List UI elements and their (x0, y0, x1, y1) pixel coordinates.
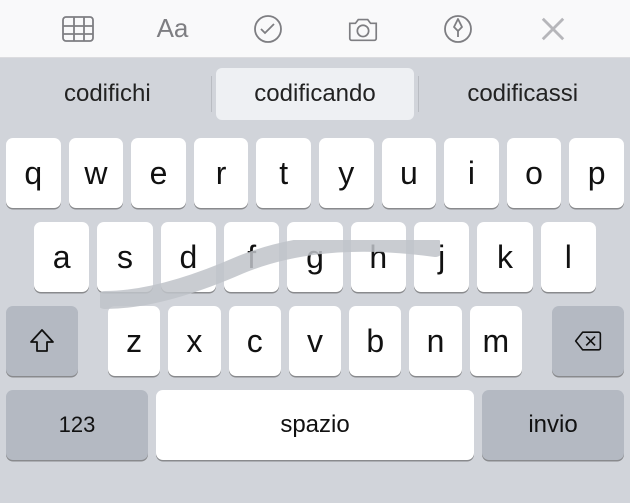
backspace-key[interactable] (552, 306, 624, 376)
key-r[interactable]: r (194, 138, 249, 208)
markup-pen-icon[interactable] (438, 12, 478, 46)
suggestion-divider (211, 76, 212, 112)
space-key[interactable]: spazio (156, 390, 474, 460)
font-aa-icon[interactable]: Aa (153, 13, 193, 44)
key-h[interactable]: h (351, 222, 406, 292)
key-f[interactable]: f (224, 222, 279, 292)
key-row-1: q w e r t y u i o p (6, 138, 624, 208)
key-v[interactable]: v (289, 306, 341, 376)
camera-icon[interactable] (343, 12, 383, 46)
table-icon[interactable] (58, 12, 98, 46)
symbols-key[interactable]: 123 (6, 390, 148, 460)
suggestion-right[interactable]: codificassi (423, 68, 622, 120)
suggestion-divider (418, 76, 419, 112)
key-b[interactable]: b (349, 306, 401, 376)
key-i[interactable]: i (444, 138, 499, 208)
close-icon[interactable] (533, 12, 573, 46)
key-e[interactable]: e (131, 138, 186, 208)
key-row-4: 123 spazio invio (6, 390, 624, 460)
suggestion-center[interactable]: codificando (216, 68, 415, 120)
key-d[interactable]: d (161, 222, 216, 292)
key-w[interactable]: w (69, 138, 124, 208)
return-key[interactable]: invio (482, 390, 624, 460)
key-x[interactable]: x (168, 306, 220, 376)
key-c[interactable]: c (229, 306, 281, 376)
key-o[interactable]: o (507, 138, 562, 208)
suggestion-bar: codifichi codificando codificassi (0, 58, 630, 130)
key-s[interactable]: s (97, 222, 152, 292)
key-m[interactable]: m (470, 306, 522, 376)
key-l[interactable]: l (541, 222, 596, 292)
toolbar: Aa (0, 0, 630, 58)
key-u[interactable]: u (382, 138, 437, 208)
key-row-2: a s d f g h j k l (6, 222, 624, 292)
key-y[interactable]: y (319, 138, 374, 208)
suggestion-left[interactable]: codifichi (8, 68, 207, 120)
key-k[interactable]: k (477, 222, 532, 292)
key-t[interactable]: t (256, 138, 311, 208)
key-a[interactable]: a (34, 222, 89, 292)
key-j[interactable]: j (414, 222, 469, 292)
key-p[interactable]: p (569, 138, 624, 208)
key-n[interactable]: n (409, 306, 461, 376)
key-g[interactable]: g (287, 222, 342, 292)
key-q[interactable]: q (6, 138, 61, 208)
key-z[interactable]: z (108, 306, 160, 376)
shift-key[interactable] (6, 306, 78, 376)
checkmark-circle-icon[interactable] (248, 12, 288, 46)
key-row-3: z x c v b n m (6, 306, 624, 376)
keyboard: q w e r t y u i o p a s d f g h j k l z … (0, 130, 630, 466)
